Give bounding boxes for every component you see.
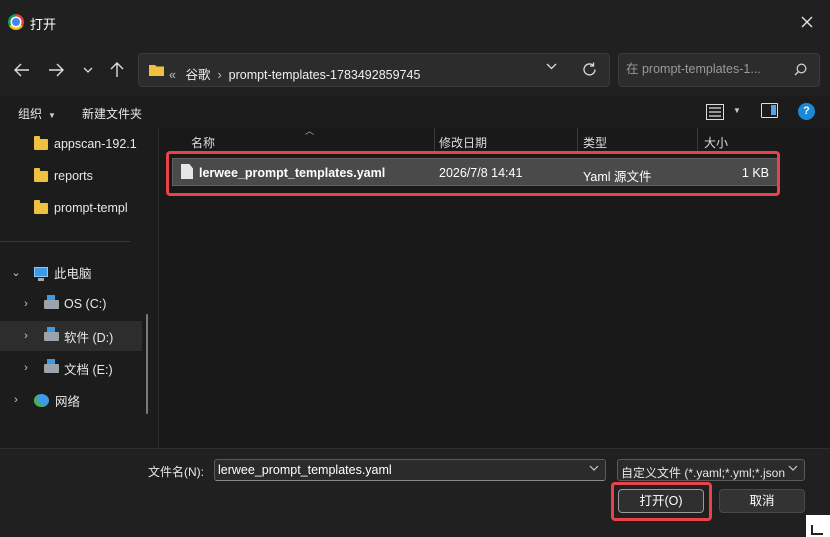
search-icon [794,63,807,76]
organize-label: 组织 [18,107,43,121]
caret-down-icon[interactable]: ▼ [733,106,741,115]
sidebar-item-label: appscan-192.1 [54,137,137,151]
up-button[interactable] [107,60,127,80]
sidebar-item-label: OS (C:) [64,297,107,311]
breadcrumb-item[interactable]: prompt-templates-1783492859745 [229,68,421,82]
chevron-right-icon[interactable]: › [20,362,32,374]
highlight-box-file [166,151,780,196]
breadcrumb-item[interactable]: 谷歌 [185,68,210,82]
chevron-down-icon[interactable] [546,63,557,70]
organize-button[interactable]: 组织 ▼ [18,105,56,122]
resize-grip-icon[interactable] [806,515,830,537]
sidebar-item-label: 文档 (E:) [64,362,113,377]
close-icon [801,16,813,28]
search-box[interactable] [618,53,820,87]
divider [0,241,130,242]
column-divider[interactable] [697,128,698,152]
refresh-icon[interactable] [582,62,597,77]
chevron-down-icon [83,67,93,73]
sidebar-item-label: 此电脑 [54,266,92,281]
arrow-right-icon [49,63,64,77]
breadcrumb: « 谷歌 › prompt-templates-1783492859745 [169,64,420,83]
folder-icon [149,65,164,76]
sidebar-item-drive-e[interactable]: › 文档 (E:) [0,353,142,383]
drive-icon [44,358,59,373]
chevron-down-icon[interactable]: ⌄ [10,266,22,279]
chrome-logo-icon [8,14,24,30]
arrow-up-icon [110,62,124,77]
cancel-button[interactable]: 取消 [719,489,805,513]
highlight-box-open [611,482,712,521]
sidebar-item-reports[interactable]: reports [0,161,142,191]
window-title: 打开 [30,17,57,32]
column-divider[interactable] [434,128,435,152]
help-icon[interactable]: ? [798,103,815,120]
close-button[interactable] [784,0,830,44]
navigation-bar: « 谷歌 › prompt-templates-1783492859745 [0,44,830,96]
sidebar-item-this-pc[interactable]: ⌄ 此电脑 [0,257,142,287]
column-type[interactable]: 类型 [583,134,607,151]
back-button[interactable] [12,60,32,80]
column-date-modified[interactable]: 修改日期 [439,134,487,151]
arrow-left-icon [14,63,29,77]
filetype-select[interactable]: 自定义文件 (*.yaml;*.yml;*.json) [617,459,805,481]
sidebar-item-drive-d[interactable]: › 软件 (D:) [0,321,142,351]
sidebar-item-label: reports [54,169,93,183]
column-divider[interactable] [577,128,578,152]
filetype-value: 自定义文件 (*.yaml;*.yml;*.json) [621,466,785,480]
sidebar-item-drive-c[interactable]: › OS (C:) [0,289,142,319]
column-name[interactable]: 名称 [191,134,215,151]
sidebar-item-label: 网络 [55,394,81,409]
recent-locations-button[interactable] [78,60,98,80]
column-size[interactable]: 大小 [704,134,728,151]
filename-input[interactable] [218,463,578,477]
sort-ascending-icon: ︿ [305,126,315,136]
column-header: ︿ 名称 修改日期 类型 大小 [159,126,830,152]
breadcrumb-separator-icon: › [217,68,222,82]
folder-icon [34,135,48,150]
network-icon [34,393,49,407]
sidebar-item-appscan[interactable]: appscan-192.1 [0,129,142,159]
caret-down-icon: ▼ [48,111,56,120]
folder-icon [34,199,48,214]
title-bar: 打开 [0,0,830,44]
chevron-down-icon[interactable] [589,465,599,471]
preview-pane-icon[interactable] [761,103,778,118]
drive-icon [44,326,59,341]
computer-icon [34,267,48,281]
forward-button[interactable] [46,60,66,80]
drive-icon [44,294,59,309]
sidebar-item-label: 软件 (D:) [64,330,114,345]
address-bar[interactable]: « 谷歌 › prompt-templates-1783492859745 [138,53,610,87]
search-input[interactable] [626,62,786,76]
view-options-icon[interactable] [706,104,724,120]
chevron-right-icon[interactable]: › [10,394,22,406]
folder-icon [34,167,48,182]
chevron-right-icon[interactable]: › [20,298,32,310]
sidebar-item-network[interactable]: › 网络 [0,385,142,415]
breadcrumb-overflow[interactable]: « [169,68,176,82]
filename-field[interactable] [214,459,606,481]
chevron-right-icon[interactable]: › [20,330,32,342]
chevron-down-icon [788,465,798,471]
sidebar-scrollbar[interactable] [146,314,148,414]
command-bar: 组织 ▼ 新建文件夹 ▼ ? [0,96,830,128]
new-folder-button[interactable]: 新建文件夹 [82,105,142,122]
sidebar-item-label: prompt-templ [54,201,128,215]
navigation-pane: appscan-192.1 reports prompt-templ ⌄ 此电脑 … [0,128,150,448]
filename-label: 文件名(N): [148,465,204,479]
sidebar-item-prompt-templates[interactable]: prompt-templ [0,193,142,223]
